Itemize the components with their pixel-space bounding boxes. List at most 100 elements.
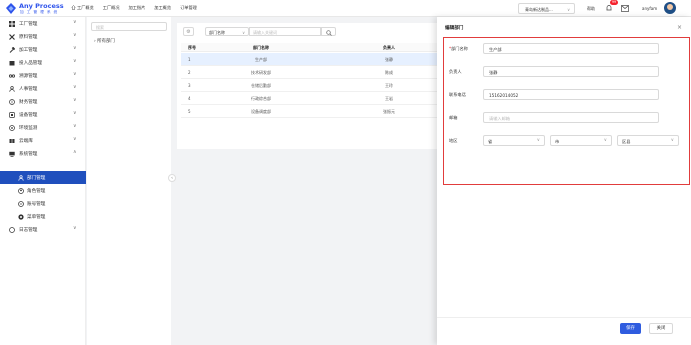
topnav-item-2[interactable]: 加工指片 (129, 5, 146, 11)
chevron-down-icon: ∨ (73, 72, 77, 77)
sidebar-item-environment[interactable]: 环境监测 ∨ (0, 121, 86, 134)
table-cell: 技术研发部 (251, 70, 271, 75)
sidebar-item-inputs[interactable]: 投入品管理 ∨ (0, 56, 86, 69)
topnav-item-1[interactable]: 工厂概况 (103, 5, 120, 11)
tree-search-input[interactable]: 搜索 (91, 22, 167, 31)
sidebar-item-label: 部门管理 (27, 176, 46, 181)
sidebar-subitem-role[interactable]: 角色管理 (0, 184, 86, 197)
chevron-down-icon: ∨ (73, 20, 77, 25)
email-input[interactable]: 请输入邮箱 (483, 112, 659, 123)
grid-icon (9, 21, 15, 27)
help-link[interactable]: 帮助 (587, 6, 595, 12)
table-cell: 1 (188, 57, 191, 62)
collapse-tree-button[interactable]: ‹ (168, 174, 176, 182)
settings-button[interactable]: ⚙ (183, 27, 194, 36)
tree-node-root[interactable]: › 所有部门 (94, 38, 115, 44)
table-cell: 仓储后勤部 (251, 83, 271, 88)
chevron-down-icon: ∨ (567, 7, 570, 12)
sidebar-item-hr[interactable]: 人事管理 ∨ (0, 82, 86, 95)
sidebar-item-label: 系统管理 (19, 152, 38, 157)
sidebar-item-label: 原料管理 (19, 35, 38, 40)
avatar[interactable] (664, 2, 676, 14)
city-value: 市 (555, 139, 560, 144)
close-icon[interactable]: × (677, 24, 682, 31)
sidebar-item-material[interactable]: 原料管理 ∨ (0, 30, 86, 43)
sidebar-subitem-menu[interactable]: 菜单管理 (0, 210, 86, 223)
drawer-title: 编辑部门 (445, 26, 464, 31)
province-select[interactable]: 省 ∨ (483, 135, 545, 146)
table-row[interactable]: 1 生产部 张静 (181, 53, 437, 66)
factory-select[interactable]: 青岛新达制品... ∨ (518, 3, 575, 14)
chevron-down-icon: ∨ (670, 138, 674, 143)
topnav-item-0[interactable]: 工厂概览 (71, 5, 94, 11)
sidebar-item-finance[interactable]: 财务管理 ∨ (0, 95, 86, 108)
drawer-footer-divider (437, 317, 691, 318)
cancel-button[interactable]: 关闭 (649, 323, 673, 334)
chevron-down-icon: ∨ (73, 85, 77, 90)
table-header: 序号 部门名称 负责人 (181, 43, 437, 52)
save-button[interactable]: 保存 (620, 323, 641, 334)
chevron-down-icon: ∨ (73, 98, 77, 103)
bell-icon[interactable] (605, 4, 613, 12)
sidebar-item-label: 环境监测 (19, 126, 38, 131)
message-icon[interactable] (621, 5, 629, 12)
sidebar-item-label: 人事管理 (19, 87, 38, 92)
table-row[interactable]: 4 行政综合部 王岩 (181, 92, 437, 105)
search-icon (326, 29, 332, 36)
search-field-select[interactable]: 部门名称 ∨ (205, 27, 249, 36)
phone-label: 联系电话 (449, 92, 466, 97)
gear-icon (18, 214, 24, 220)
sidebar-item-label: 账号管理 (27, 202, 46, 207)
search-button[interactable] (321, 27, 336, 36)
people-icon (9, 86, 15, 92)
sidebar: 工厂管理 ∨ 原料管理 ∨ 加工管理 ∨ 投入品管理 ∨ 溯源管理 ∨ 人事管理… (0, 17, 86, 345)
table-cell: 王岩 (385, 96, 393, 101)
sidebar-item-trace[interactable]: 溯源管理 ∨ (0, 69, 86, 82)
sidebar-item-cloud[interactable]: 云端库 ∨ (0, 134, 86, 147)
keyword-input[interactable]: 请输入关键词 (249, 27, 321, 36)
chevron-down-icon: ∨ (73, 137, 77, 142)
sidebar-item-processing[interactable]: 加工管理 ∨ (0, 43, 86, 56)
topnav-item-3[interactable]: 加工概览 (154, 5, 171, 11)
sidebar-item-label: 工厂管理 (19, 22, 38, 27)
leader-input[interactable]: 张静 (483, 66, 659, 77)
sidebar-item-equipment[interactable]: 设备管理 ∨ (0, 108, 86, 121)
sidebar-subitem-department[interactable]: 部门管理 (0, 171, 86, 184)
sidebar-item-log[interactable]: 日志管理 ∨ (0, 223, 86, 236)
sidebar-item-system[interactable]: 系统管理 ∧ (0, 147, 86, 160)
sidebar-item-label: 云端库 (19, 139, 33, 144)
column-header: 部门名称 (253, 45, 269, 50)
link-icon (9, 74, 15, 78)
chevron-up-icon: ∧ (73, 150, 77, 155)
main-content: ⚙ 部门名称 ∨ 请输入关键词 序号 部门名称 负责人 1 生产部 张静 2 技… (177, 17, 437, 345)
district-value: 区县 (622, 139, 631, 144)
chevron-down-icon: ∨ (603, 138, 607, 143)
username[interactable]: anyfam (642, 6, 657, 11)
city-select[interactable]: 市 ∨ (550, 135, 612, 146)
sidebar-item-label: 日志管理 (19, 228, 38, 233)
caret-right-icon[interactable]: › (94, 39, 96, 44)
table-row[interactable]: 3 仓储后勤部 王玲 (181, 79, 437, 92)
district-select[interactable]: 区县 ∨ (617, 135, 679, 146)
top-nav: 工厂概览 工厂概况 加工指片 加工概览 订单管理 (71, 5, 197, 11)
sidebar-item-label: 投入品管理 (19, 61, 42, 66)
column-header: 负责人 (383, 45, 395, 50)
tools-icon (9, 34, 15, 40)
sidebar-item-label: 菜单管理 (27, 215, 46, 220)
home-icon (71, 5, 76, 10)
chevron-down-icon: ∨ (73, 111, 77, 116)
table-cell: 王玲 (385, 83, 393, 88)
search-field-value: 部门名称 (209, 30, 225, 35)
chevron-down-icon: ∨ (73, 124, 77, 129)
sidebar-subitem-account[interactable]: 账号管理 (0, 197, 86, 210)
dept-name-input[interactable]: 生产部 (483, 43, 659, 54)
topnav-item-4[interactable]: 订单管理 (180, 5, 197, 11)
sidebar-item-factory[interactable]: 工厂管理 ∨ (0, 17, 86, 30)
table-cell: 陈成 (385, 70, 393, 75)
coin-icon (9, 99, 15, 105)
phone-input[interactable]: 15162014052 (483, 89, 659, 100)
table-cell: 行政综合部 (251, 96, 271, 101)
table-row[interactable]: 2 技术研发部 陈成 (181, 66, 437, 79)
table-cell: 生产部 (255, 57, 267, 62)
table-row[interactable]: 5 设备调度部 张振元 (181, 105, 437, 118)
